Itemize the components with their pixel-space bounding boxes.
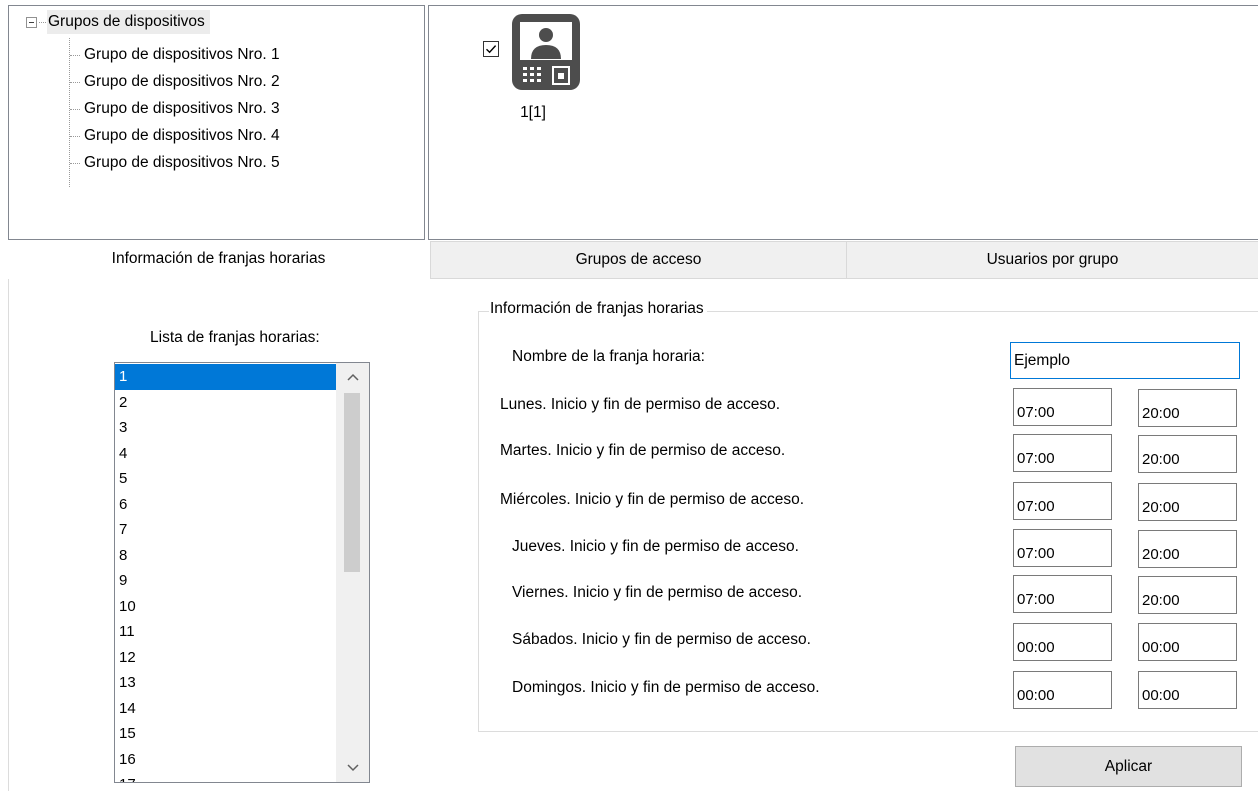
tree-node-group-5[interactable]: Grupo de dispositivos Nro. 5 [70,152,280,174]
thursday-end-input[interactable] [1138,530,1237,568]
scroll-down-icon[interactable] [336,754,369,782]
group-legend: Información de franjas horarias [489,300,707,318]
saturday-end-input[interactable] [1138,623,1237,661]
tree-node-label[interactable]: Grupo de dispositivos Nro. 5 [84,154,280,172]
list-item[interactable]: 4 [115,441,337,467]
tree-connector [39,21,46,23]
access-terminal-icon[interactable] [511,13,581,91]
device-label: 1[1] [520,104,546,121]
wednesday-start-input[interactable] [1013,482,1112,520]
list-item[interactable]: 16 [115,747,337,773]
sunday-start-input[interactable] [1013,671,1112,709]
sunday-label: Domingos. Inicio y fin de permiso de acc… [512,679,820,696]
tree-node-label[interactable]: Grupo de dispositivos Nro. 2 [84,73,280,91]
scroll-up-icon[interactable] [336,363,369,391]
list-item[interactable]: 13 [115,670,337,696]
sunday-end-input[interactable] [1138,671,1237,709]
time-slot-list[interactable]: 1 2 3 4 5 6 7 8 9 10 11 12 13 14 15 16 1… [114,362,370,783]
tab-users-by-group[interactable]: Usuarios por grupo [846,241,1258,279]
friday-end-input[interactable] [1138,576,1237,614]
tab-time-slot-info[interactable]: Información de franjas horarias [8,241,429,279]
device-group-tree[interactable]: Grupos de dispositivos Grupo de disposit… [8,5,425,240]
time-slot-name-label: Nombre de la franja horaria: [512,348,705,365]
saturday-label: Sábados. Inicio y fin de permiso de acce… [512,631,811,648]
list-item[interactable]: 6 [115,492,337,518]
list-item[interactable]: 8 [115,543,337,569]
saturday-start-input[interactable] [1013,623,1112,661]
apply-button[interactable]: Aplicar [1015,746,1242,787]
tree-node-group-2[interactable]: Grupo de dispositivos Nro. 2 [70,71,280,93]
list-item[interactable]: 17 [115,772,337,782]
tree-node-group-4[interactable]: Grupo de dispositivos Nro. 4 [70,125,280,147]
tuesday-end-input[interactable] [1138,435,1237,473]
tab-access-groups[interactable]: Grupos de acceso [430,241,847,279]
friday-label: Viernes. Inicio y fin de permiso de acce… [512,584,803,601]
device-checkbox[interactable] [483,41,499,57]
monday-start-input[interactable] [1013,388,1112,426]
tree-node-label[interactable]: Grupo de dispositivos Nro. 1 [84,46,280,64]
list-item[interactable]: 3 [115,415,337,441]
list-item[interactable]: 9 [115,568,337,594]
tuesday-start-input[interactable] [1013,434,1112,472]
tree-root-label[interactable]: Grupos de dispositivos [47,10,210,34]
list-item[interactable]: 2 [115,390,337,416]
thursday-start-input[interactable] [1013,529,1112,567]
time-slot-list-title: Lista de franjas horarias: [150,329,320,346]
panel-divider [8,279,9,791]
list-scrollbar[interactable] [336,363,369,782]
tree-root-node[interactable]: Grupos de dispositivos [26,10,210,34]
time-slot-name-input[interactable] [1010,342,1240,379]
collapse-icon[interactable] [26,16,37,28]
list-item[interactable]: 12 [115,645,337,671]
list-item[interactable]: 5 [115,466,337,492]
monday-end-input[interactable] [1138,389,1237,427]
tree-node-group-3[interactable]: Grupo de dispositivos Nro. 3 [70,98,280,120]
scrollbar-thumb[interactable] [344,393,360,572]
tuesday-label: Martes. Inicio y fin de permiso de acces… [500,442,786,459]
thursday-label: Jueves. Inicio y fin de permiso de acces… [512,538,799,555]
tree-node-label[interactable]: Grupo de dispositivos Nro. 4 [84,127,280,145]
list-item[interactable]: 10 [115,594,337,620]
check-icon [486,45,497,54]
wednesday-end-input[interactable] [1138,483,1237,521]
list-item[interactable]: 7 [115,517,337,543]
list-item[interactable]: 11 [115,619,337,645]
friday-start-input[interactable] [1013,575,1112,613]
tree-node-label[interactable]: Grupo de dispositivos Nro. 3 [84,100,280,118]
monday-label: Lunes. Inicio y fin de permiso de acceso… [500,396,781,413]
time-slot-list-items: 1 2 3 4 5 6 7 8 9 10 11 12 13 14 15 16 1… [115,364,337,782]
wednesday-label: Miércoles. Inicio y fin de permiso de ac… [500,491,805,508]
list-item[interactable]: 15 [115,721,337,747]
list-item[interactable]: 1 [115,364,337,390]
tree-node-group-1[interactable]: Grupo de dispositivos Nro. 1 [70,44,280,66]
device-panel: 1[1] [428,5,1258,240]
list-item[interactable]: 14 [115,696,337,722]
